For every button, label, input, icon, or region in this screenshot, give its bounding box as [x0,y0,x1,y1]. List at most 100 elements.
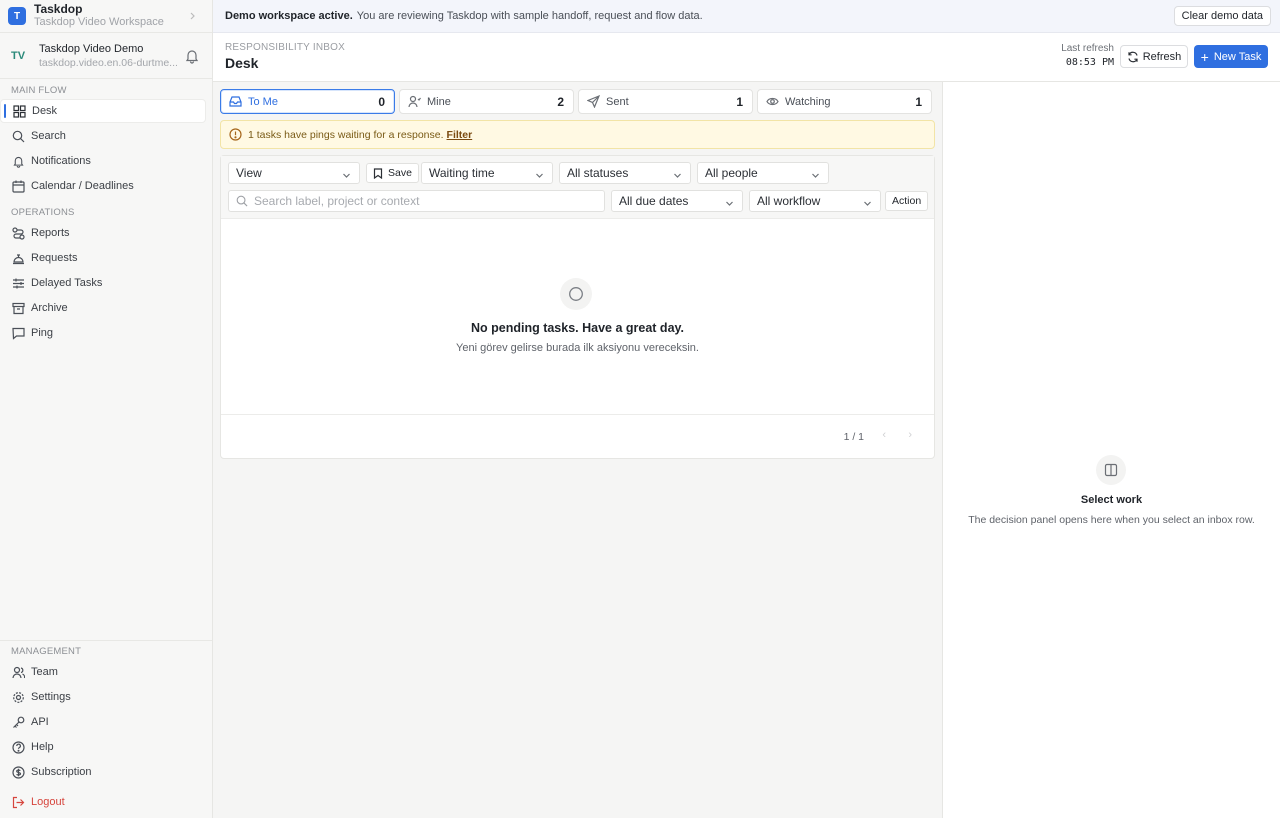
sidebar-item-label: Reports [31,227,70,239]
pagination: 1 / 1 ‹ › [221,414,934,459]
workspace-name: Taskdop [34,2,83,16]
view-select-value: View [236,166,262,180]
decision-panel-subtitle: The decision panel opens here when you s… [968,514,1255,526]
action-button[interactable]: Action [885,191,929,211]
help-icon [11,740,25,754]
account-name: Taskdop Video Demo [39,42,144,55]
section-main-flow: MAIN FLOW [11,85,67,96]
sidebar-item-settings[interactable]: Settings [0,685,206,709]
new-task-button[interactable]: + New Task [1194,45,1268,68]
sidebar-item-archive[interactable]: Archive [0,296,206,320]
sidebar: T Taskdop Taskdop Video Workspace TV Tas… [0,0,213,818]
refresh-label: Refresh [1142,50,1182,63]
search-input[interactable] [254,194,594,208]
chevron-down-icon [725,197,734,211]
tab-label: Watching [785,95,831,108]
sidebar-item-notifications[interactable]: Notifications [0,149,206,173]
workspace-switcher[interactable]: T Taskdop Taskdop Video Workspace [0,0,212,33]
alert-filter-link[interactable]: Filter [447,129,473,141]
sliders-icon [11,276,25,290]
sort-select[interactable]: Waiting time [421,162,553,184]
due-date-select-value: All due dates [619,194,689,208]
workspace-logo: T [8,7,26,25]
filter-bar: View Save Waiting time All statuses All … [221,156,934,219]
search-icon [236,195,248,207]
page-indicator: 1 / 1 [843,431,864,443]
concierge-icon [11,251,25,265]
tab-count: 1 [736,94,743,109]
chevron-down-icon [673,169,682,183]
view-select[interactable]: View [228,162,360,184]
sidebar-item-label: API [31,716,49,728]
status-select[interactable]: All statuses [559,162,691,184]
sidebar-item-delayed-tasks[interactable]: Delayed Tasks [0,271,206,295]
users-icon [11,665,25,679]
chevron-right-icon [190,12,196,22]
save-label: Save [388,167,412,179]
tab-mine[interactable]: Mine 2 [399,89,574,114]
save-view-button[interactable]: Save [366,163,419,183]
dollar-icon [11,765,25,779]
account-card[interactable]: TV Taskdop Video Demo taskdop.video.en.0… [0,33,212,79]
banner-text: You are reviewing Taskdop with sample ha… [356,10,703,22]
empty-state-subtitle: Yeni görev gelirse burada ilk aksiyonu v… [456,342,699,354]
sidebar-item-team[interactable]: Team [0,660,206,684]
due-date-select[interactable]: All due dates [611,190,743,212]
inbox-column: To Me 0 Mine 2 Sent 1 Watching 1 1 tasks… [213,82,943,818]
sidebar-item-label: Help [31,741,54,753]
task-list-panel: View Save Waiting time All statuses All … [220,155,935,459]
divider [0,640,212,641]
sidebar-item-requests[interactable]: Requests [0,246,206,270]
last-refresh-label: Last refresh [1061,43,1114,54]
ping-alert: 1 tasks have pings waiting for a respons… [220,120,935,149]
tab-watching[interactable]: Watching 1 [757,89,932,114]
user-icon [408,95,421,108]
route-icon [11,226,25,240]
prev-page-button[interactable]: ‹ [882,429,886,441]
logout-button[interactable]: Logout [0,790,206,814]
chevron-down-icon [811,169,820,183]
alert-text: 1 tasks have pings waiting for a respons… [248,128,444,141]
clear-demo-data-button[interactable]: Clear demo data [1173,6,1271,26]
sidebar-item-label: Archive [31,302,68,314]
sidebar-item-api[interactable]: API [0,710,206,734]
sidebar-item-help[interactable]: Help [0,735,206,759]
last-refresh: Last refresh 08:53 PM [1061,43,1114,68]
sidebar-item-search[interactable]: Search [0,124,206,148]
workflow-select[interactable]: All workflow [749,190,881,212]
sidebar-item-ping[interactable]: Ping [0,321,206,345]
logout-icon [11,795,25,809]
chevron-down-icon [863,197,872,211]
logout-label: Logout [31,796,65,808]
tab-label: To Me [248,95,278,108]
status-select-value: All statuses [567,166,629,180]
sidebar-item-reports[interactable]: Reports [0,221,206,245]
sidebar-item-label: Ping [31,327,54,339]
workflow-select-value: All workflow [757,194,821,208]
task-search[interactable] [228,190,605,212]
tab-to-me[interactable]: To Me 0 [220,89,395,114]
bell-icon [11,154,25,168]
sidebar-item-label: Desk [32,105,58,117]
sidebar-item-label: Subscription [31,766,92,778]
refresh-button[interactable]: Refresh [1120,45,1188,68]
sidebar-item-calendar[interactable]: Calendar / Deadlines [0,174,206,198]
sort-select-value: Waiting time [429,166,495,180]
key-icon [11,715,25,729]
inbox-tabs: To Me 0 Mine 2 Sent 1 Watching 1 [220,89,932,114]
workspace-subtitle: Taskdop Video Workspace [34,16,164,28]
search-icon [11,129,25,143]
banner-bold: Demo workspace active. [225,10,353,22]
next-page-button[interactable]: › [908,429,912,441]
tab-sent[interactable]: Sent 1 [578,89,753,114]
sidebar-item-desk[interactable]: Desk [0,99,206,123]
avatar: TV [11,49,26,62]
panel-icon [1096,455,1126,485]
people-select-value: All people [705,166,758,180]
page-title: Desk [225,55,259,71]
empty-state-icon [560,278,592,310]
refresh-icon [1128,51,1138,62]
bell-icon[interactable] [184,48,200,64]
sidebar-item-subscription[interactable]: Subscription [0,760,206,784]
people-select[interactable]: All people [697,162,829,184]
